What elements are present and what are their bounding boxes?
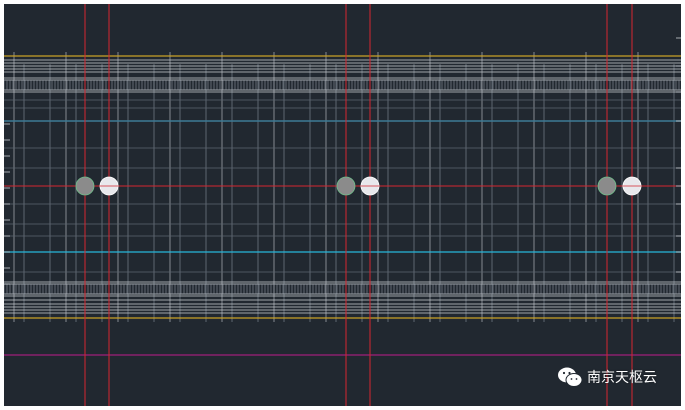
watermark: 南京天枢云 xyxy=(557,366,657,388)
pile-circle-gray xyxy=(75,176,95,196)
pile-circle-gray xyxy=(597,176,617,196)
watermark-text: 南京天枢云 xyxy=(587,370,657,386)
wechat-icon xyxy=(558,367,583,387)
cad-viewport[interactable]: 南京天枢云 xyxy=(4,4,681,406)
pile-circle-gray xyxy=(336,176,356,196)
cad-drawing-canvas[interactable] xyxy=(4,4,681,406)
